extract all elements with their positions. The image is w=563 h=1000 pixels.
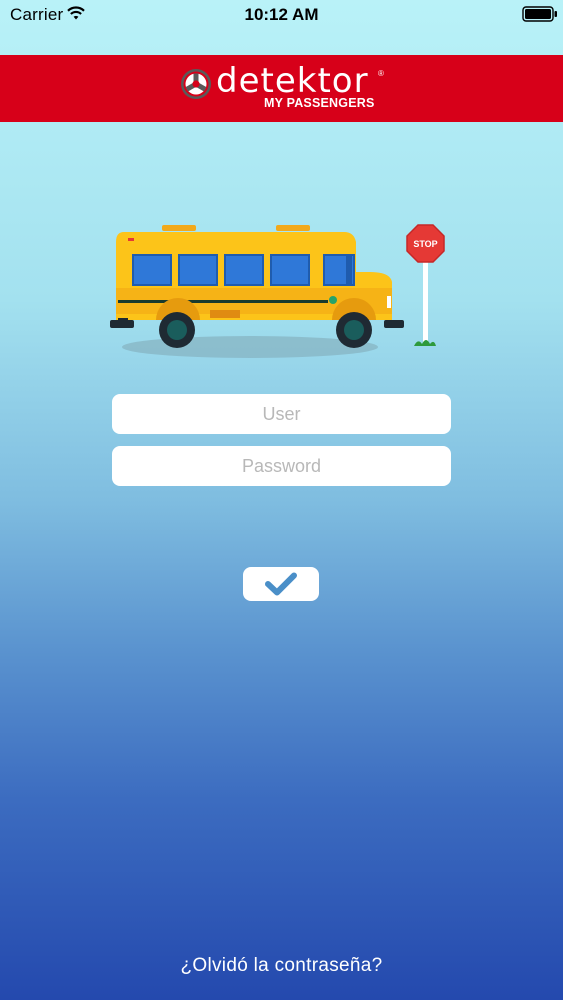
brand-name: detektor (216, 61, 369, 101)
registered-mark: ® (378, 69, 384, 78)
app-header: detektor ® MY PASSENGERS (0, 55, 563, 122)
brand-subtitle: MY PASSENGERS (264, 96, 375, 110)
password-input[interactable] (112, 446, 451, 486)
school-bus-illustration: STOP (110, 224, 445, 358)
battery-icon (522, 6, 557, 22)
detektor-logo-icon (181, 69, 211, 99)
user-input[interactable] (112, 394, 451, 434)
stop-sign-label: STOP (413, 239, 437, 249)
forgot-password-link[interactable]: ¿Olvidó la contraseña? (0, 955, 563, 977)
status-time: 10:12 AM (244, 5, 319, 24)
checkmark-icon (265, 572, 297, 596)
status-bar: Carrier 10:12 AM (0, 0, 563, 30)
login-submit-button[interactable] (243, 567, 319, 601)
